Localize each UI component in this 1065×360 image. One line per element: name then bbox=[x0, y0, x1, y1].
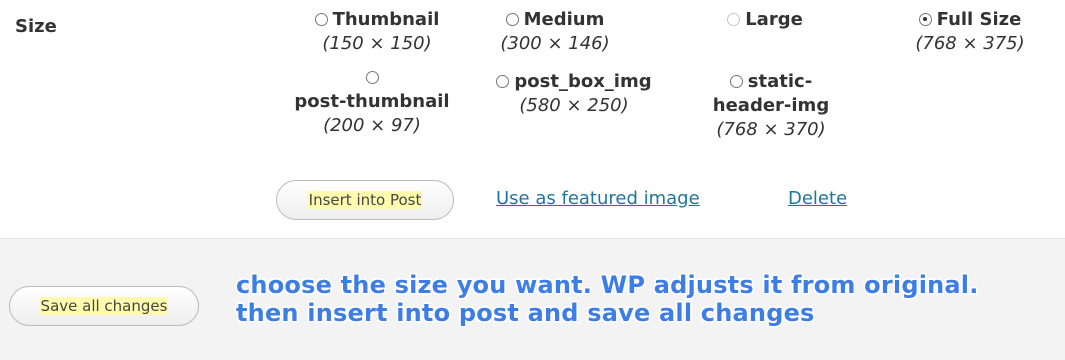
size-option-static-header-img[interactable]: static- header-img (768 × 370) bbox=[686, 70, 856, 142]
size-option-static-header-img-name-1: static- bbox=[686, 70, 856, 94]
size-option-post-thumbnail-dims: (200 × 97) bbox=[323, 115, 421, 136]
annotation-line-1: choose the size you want. WP adjusts it … bbox=[236, 271, 979, 299]
radio-selected-icon[interactable] bbox=[918, 13, 932, 26]
size-option-medium-dims: (300 × 146) bbox=[500, 33, 610, 54]
annotation-line-2: then insert into post and save all chang… bbox=[236, 299, 815, 327]
size-option-post-box-img-name: post_box_img bbox=[474, 70, 674, 94]
size-label: Size bbox=[15, 16, 57, 37]
tutorial-annotation: choose the size you want. WP adjusts it … bbox=[236, 271, 1056, 327]
delete-link[interactable]: Delete bbox=[788, 188, 847, 209]
size-option-full-size[interactable]: Full Size (768 × 375) bbox=[895, 8, 1045, 56]
size-option-thumbnail-dims: (150 × 150) bbox=[322, 33, 432, 54]
size-option-large-name: Large bbox=[700, 8, 830, 32]
size-option-static-header-img-dims: (768 × 370) bbox=[716, 119, 826, 140]
size-option-medium-name: Medium bbox=[480, 8, 630, 32]
media-size-settings: Size Thumbnail (150 × 150) Medium (300 ×… bbox=[0, 0, 1065, 360]
insert-into-post-button[interactable]: Insert into Post bbox=[276, 180, 454, 220]
radio-icon[interactable] bbox=[314, 13, 328, 26]
size-option-full-size-name: Full Size bbox=[895, 8, 1045, 32]
size-option-medium[interactable]: Medium (300 × 146) bbox=[480, 8, 630, 56]
size-option-post-thumbnail[interactable]: post-thumbnail (200 × 97) bbox=[272, 66, 472, 138]
save-all-changes-label: Save all changes bbox=[39, 297, 169, 315]
radio-icon bbox=[727, 13, 741, 26]
size-option-large: Large bbox=[700, 8, 830, 32]
size-option-thumbnail[interactable]: Thumbnail (150 × 150) bbox=[282, 8, 472, 56]
size-panel: Size Thumbnail (150 × 150) Medium (300 ×… bbox=[0, 0, 1065, 239]
use-as-featured-image-link[interactable]: Use as featured image bbox=[496, 188, 700, 209]
save-all-changes-button[interactable]: Save all changes bbox=[9, 286, 199, 326]
radio-icon[interactable] bbox=[505, 13, 519, 26]
size-option-thumbnail-name: Thumbnail bbox=[282, 8, 472, 32]
size-option-post-thumbnail-name: post-thumbnail bbox=[294, 91, 450, 112]
size-option-post-box-img-dims: (580 × 250) bbox=[519, 95, 629, 116]
radio-icon[interactable] bbox=[729, 75, 743, 88]
size-option-post-box-img[interactable]: post_box_img (580 × 250) bbox=[474, 70, 674, 118]
radio-icon[interactable] bbox=[365, 71, 379, 84]
size-option-static-header-img-name-2: header-img bbox=[712, 95, 830, 116]
insert-into-post-label: Insert into Post bbox=[307, 191, 423, 209]
size-option-post-thumbnail-radio-row bbox=[272, 66, 472, 90]
size-option-full-size-dims: (768 × 375) bbox=[915, 33, 1025, 54]
radio-icon[interactable] bbox=[496, 75, 510, 88]
